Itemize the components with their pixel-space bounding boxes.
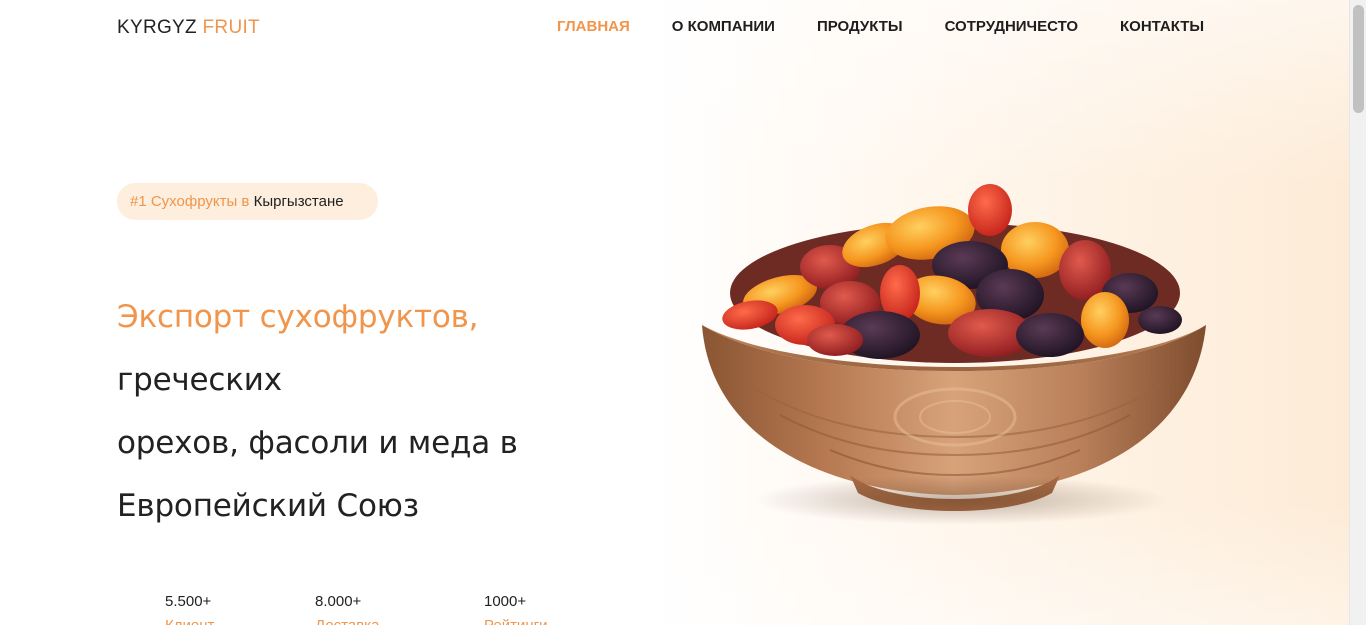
badge-accent-text: #1 Сухофрукты в bbox=[130, 193, 250, 210]
hero-accent-text: Экспорт сухофруктов, bbox=[117, 299, 479, 335]
dried-fruit-bowl-image bbox=[690, 175, 1220, 530]
nav-products[interactable]: ПРОДУКТЫ bbox=[817, 17, 903, 37]
nav-home[interactable]: ГЛАВНАЯ bbox=[557, 17, 630, 37]
stat-label: Рейтинги bbox=[484, 616, 547, 625]
hero-badge: #1 Сухофрукты в Кыргызстане bbox=[117, 183, 378, 220]
stat-ratings: 1000+ Рейтинги bbox=[484, 592, 547, 625]
bowl-shadow bbox=[750, 475, 1170, 525]
hero-headline: Экспорт сухофруктов, греческих орехов, ф… bbox=[117, 286, 637, 538]
badge-text: Кыргызстане bbox=[253, 193, 344, 210]
main-nav: ГЛАВНАЯ О КОМПАНИИ ПРОДУКТЫ СОТРУДНИЧЕСТ… bbox=[557, 17, 1204, 37]
hero-line1-rest: греческих bbox=[117, 362, 282, 398]
stat-value: 1000+ bbox=[484, 593, 527, 610]
scrollbar-thumb[interactable] bbox=[1353, 5, 1364, 113]
nav-cooperation[interactable]: СОТРУДНИЧЕСТО bbox=[945, 17, 1078, 37]
hero-line3: Европейский Союз bbox=[117, 488, 419, 524]
stat-clients: 5.500+ Клиент bbox=[165, 592, 214, 625]
stat-label: Доставка bbox=[315, 616, 379, 625]
nav-about[interactable]: О КОМПАНИИ bbox=[672, 17, 775, 37]
hero-line2: орехов, фасоли и меда в bbox=[117, 425, 518, 461]
page: KYRGYZ FRUIT ГЛАВНАЯ О КОМПАНИИ ПРОДУКТЫ… bbox=[0, 0, 1349, 625]
stat-value: 5.500+ bbox=[165, 593, 212, 610]
site-logo[interactable]: KYRGYZ FRUIT bbox=[117, 17, 260, 39]
stat-label: Клиент bbox=[165, 616, 214, 625]
logo-main-text: KYRGYZ bbox=[117, 17, 197, 38]
vertical-scrollbar[interactable] bbox=[1349, 0, 1366, 625]
nav-contacts[interactable]: КОНТАКТЫ bbox=[1120, 17, 1204, 37]
logo-accent-text: FRUIT bbox=[202, 17, 260, 38]
stat-value: 8.000+ bbox=[315, 593, 362, 610]
stat-deliveries: 8.000+ Доставка bbox=[315, 592, 379, 625]
fruit-pile bbox=[722, 184, 1182, 363]
